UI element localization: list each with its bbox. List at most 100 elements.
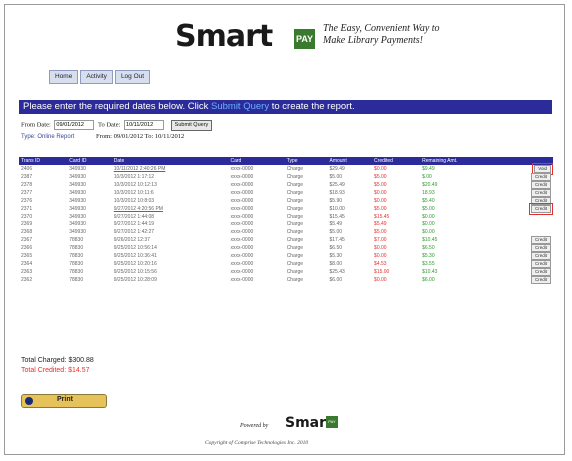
table-cell: xxxx-0000 <box>230 206 254 212</box>
credit-button[interactable]: Credit <box>530 267 551 276</box>
table-cell: xxxx-0000 <box>230 228 254 235</box>
credit-button[interactable]: Credit <box>530 259 551 268</box>
to-date-input[interactable] <box>124 120 165 130</box>
column-header: Remaining Amt. <box>420 157 503 165</box>
tagline: The Easy, Convenient Way to Make Library… <box>323 23 440 46</box>
table-cell: Charge <box>286 182 304 188</box>
table-cell: $5.30 <box>422 252 435 259</box>
action-cell: Credit <box>503 259 553 268</box>
table-cell: 78830 <box>69 268 84 275</box>
banner-submit-link[interactable]: Submit Query <box>211 101 269 112</box>
table-cell: 2369 <box>21 221 33 228</box>
table-cell: $10.00 <box>329 206 345 212</box>
table-cell: 78830 <box>69 236 84 243</box>
table-cell: $.00 <box>422 174 432 180</box>
submit-query-button[interactable]: Submit Query <box>170 120 213 132</box>
table-cell: 349930 <box>69 166 86 172</box>
table-cell: $5.00 <box>329 174 343 180</box>
table-body: 2406 349930 10/11/2012 2:40:26 PM xxxx-0000… <box>19 163 554 284</box>
print-label: Print <box>57 396 73 403</box>
table-cell: $0.00 <box>374 244 387 251</box>
table-cell: $10.45 <box>422 236 438 243</box>
table-cell: $9.49 <box>422 166 435 172</box>
total-credited: Total Credited: $14.57 <box>21 366 94 376</box>
page-frame: Smart PAY The Easy, Convenient Way to Ma… <box>4 4 565 455</box>
table-cell: 2365 <box>21 252 33 259</box>
table-row: 2376 349930 10/3/2012 10:8:03 xxxx-0000 Char… <box>19 197 553 205</box>
table-cell: Charge <box>286 190 304 196</box>
action-cell <box>503 221 553 229</box>
table-cell: 9/27/2012 1:44:08 <box>113 213 155 220</box>
table-cell: 349930 <box>69 182 86 188</box>
table-cell: $3.55 <box>422 260 435 267</box>
table-row: 2369 349930 9/27/2012 1:44:19 xxxx-0000 Char… <box>19 221 553 229</box>
table-cell: xxxx-0000 <box>230 166 254 172</box>
table-cell: 9/27/2012 1:44:19 <box>113 221 155 228</box>
table-cell: xxxx-0000 <box>230 244 254 251</box>
table-cell: 78830 <box>69 276 84 283</box>
table-cell: Charge <box>286 228 304 235</box>
table-cell: $5.90 <box>329 198 343 204</box>
table-cell: Charge <box>286 206 304 212</box>
credit-button[interactable]: Credit <box>530 243 551 252</box>
table-cell: 9/25/2012 10:20:16 <box>113 260 157 267</box>
table-cell: Charge <box>286 276 304 283</box>
table-cell: 9/25/2012 10:15:56 <box>113 268 157 275</box>
table-cell: $5.49 <box>374 221 387 228</box>
transactions-table: Trans ID Card ID Date Card Type Amount Credite… <box>19 157 554 284</box>
table-row: 2362 78830 9/25/2012 10:28:09 xxxx-0000 Char… <box>19 275 553 284</box>
table-cell: $15.00 <box>374 268 390 275</box>
nav-activity[interactable]: Activity <box>80 70 113 84</box>
table-cell: 9/27/2012 1:42:27 <box>113 228 155 235</box>
credit-button[interactable]: Credit <box>530 173 551 181</box>
column-header: Trans ID <box>19 157 68 165</box>
table-cell: $4.53 <box>374 260 387 267</box>
credit-button[interactable]: Credit <box>530 235 551 244</box>
table-row: 2368 349930 9/27/2012 1:42:27 xxxx-0000 Char… <box>19 228 553 236</box>
table-cell: 78830 <box>69 260 84 267</box>
table-cell: $5.00 <box>374 174 387 180</box>
table-cell: xxxx-0000 <box>230 190 254 196</box>
table-cell: $0.00 <box>422 221 435 228</box>
total-charged-value: $300.88 <box>68 357 94 364</box>
credit-button[interactable]: Credit <box>530 197 551 205</box>
totals: Total Charged: $300.88 Total Credited: $… <box>21 356 94 376</box>
table-cell: xxxx-0000 <box>230 252 254 259</box>
table-cell: 2368 <box>21 228 33 235</box>
credit-button[interactable]: Credit <box>528 203 554 215</box>
table-cell: $6.00 <box>422 276 435 283</box>
action-cell: Credit <box>503 267 553 276</box>
table-cell: xxxx-0000 <box>230 276 254 283</box>
banner-text-after: to create the report. <box>271 101 355 112</box>
table-cell: $17.45 <box>329 236 345 243</box>
credit-button[interactable]: Credit <box>530 181 551 189</box>
credit-button[interactable]: Credit <box>530 251 551 260</box>
nav-logout[interactable]: Log Out <box>114 70 151 84</box>
action-cell: Credit <box>503 189 553 197</box>
action-cell: Credit <box>503 235 553 244</box>
nav-home[interactable]: Home <box>49 70 79 84</box>
print-button[interactable]: Print <box>21 394 107 408</box>
table-cell: $0.00 <box>422 228 435 235</box>
from-date-input[interactable] <box>54 120 95 130</box>
table-cell: $0.00 <box>374 190 387 196</box>
column-header <box>502 157 553 165</box>
action-cell <box>503 213 553 221</box>
table-cell: 349930 <box>69 174 86 180</box>
table-cell: 10/3/2012 1:17:12 <box>113 174 155 180</box>
credit-button[interactable]: Credit <box>530 275 551 284</box>
void-button[interactable]: Void <box>532 163 553 175</box>
table-cell: Charge <box>286 260 304 267</box>
table-cell: 2376 <box>21 198 33 204</box>
table-cell: 2378 <box>21 182 33 188</box>
report-type: Type: Online Report <box>21 134 75 140</box>
action-cell: Credit <box>503 203 554 215</box>
to-date-label: To Date: <box>97 121 121 129</box>
table-row: 2365 78830 9/25/2012 10:36:41 xxxx-0000 Char… <box>19 251 553 260</box>
column-header: Date <box>111 157 229 165</box>
column-header: Credited <box>372 157 421 165</box>
table-cell: $0.00 <box>374 252 387 259</box>
credit-button[interactable]: Credit <box>530 189 551 197</box>
action-cell: Credit <box>503 197 553 205</box>
table-cell: 349930 <box>69 213 86 220</box>
